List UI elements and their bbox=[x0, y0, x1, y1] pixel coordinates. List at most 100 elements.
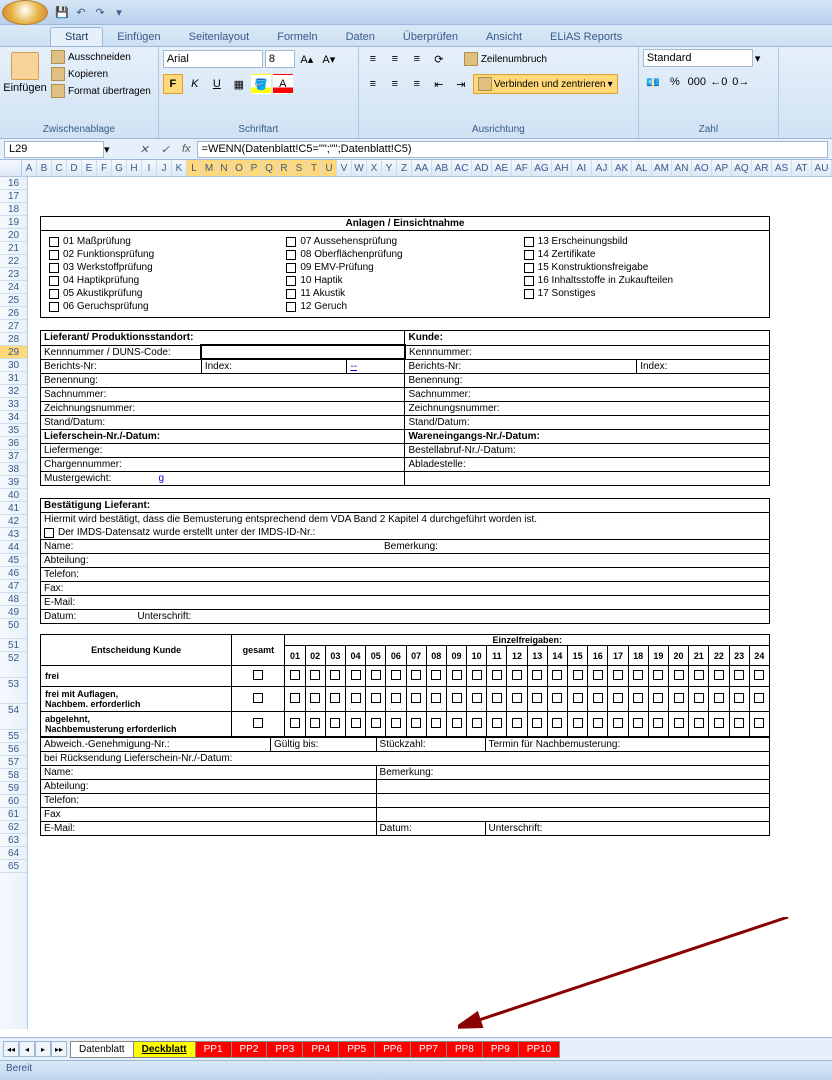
underline-button[interactable]: U bbox=[207, 74, 227, 94]
sheet-nav-button[interactable]: ◂ bbox=[19, 1041, 35, 1057]
indent-increase-icon[interactable]: ⇥ bbox=[451, 74, 471, 94]
einzel-checkbox[interactable] bbox=[452, 718, 462, 728]
einzel-checkbox[interactable] bbox=[391, 670, 401, 680]
border-button[interactable]: ▦ bbox=[229, 74, 249, 94]
einzel-checkbox[interactable] bbox=[593, 670, 603, 680]
sheet-tab-pp9[interactable]: PP9 bbox=[482, 1041, 519, 1058]
indent-decrease-icon[interactable]: ⇤ bbox=[429, 74, 449, 94]
row-header[interactable]: 28 bbox=[0, 333, 27, 346]
checkbox[interactable] bbox=[524, 289, 534, 299]
row-header[interactable]: 26 bbox=[0, 307, 27, 320]
einzel-checkbox[interactable] bbox=[330, 718, 340, 728]
copy-button[interactable]: Kopieren bbox=[48, 66, 154, 82]
col-header[interactable]: AH bbox=[552, 160, 572, 176]
col-header[interactable]: AT bbox=[792, 160, 812, 176]
sheet-tab-pp3[interactable]: PP3 bbox=[266, 1041, 303, 1058]
einzel-checkbox[interactable] bbox=[754, 718, 764, 728]
row-header[interactable]: 62 bbox=[0, 821, 27, 834]
einzel-checkbox[interactable] bbox=[431, 693, 441, 703]
einzel-checkbox[interactable] bbox=[411, 693, 421, 703]
col-header[interactable]: K bbox=[172, 160, 187, 176]
einzel-checkbox[interactable] bbox=[694, 670, 704, 680]
row-header[interactable]: 39 bbox=[0, 476, 27, 489]
row-header[interactable]: 48 bbox=[0, 593, 27, 606]
row-header[interactable]: 55 bbox=[0, 730, 27, 743]
col-header[interactable]: AK bbox=[612, 160, 632, 176]
sheet-nav-button[interactable]: ◂◂ bbox=[3, 1041, 19, 1057]
tab-daten[interactable]: Daten bbox=[332, 28, 389, 46]
col-header[interactable]: D bbox=[67, 160, 82, 176]
sheet-tab-datenblatt[interactable]: Datenblatt bbox=[70, 1041, 134, 1058]
row-header[interactable]: 65 bbox=[0, 860, 27, 873]
checkbox[interactable] bbox=[286, 250, 296, 260]
row-header[interactable]: 33 bbox=[0, 398, 27, 411]
undo-icon[interactable]: ↶ bbox=[73, 4, 89, 20]
font-color-button[interactable]: A bbox=[273, 74, 293, 94]
einzel-checkbox[interactable] bbox=[492, 670, 502, 680]
checkbox[interactable] bbox=[286, 237, 296, 247]
formula-input[interactable] bbox=[197, 141, 828, 158]
row-header[interactable]: 25 bbox=[0, 294, 27, 307]
row-header[interactable]: 35 bbox=[0, 424, 27, 437]
col-header[interactable]: AO bbox=[692, 160, 712, 176]
einzel-checkbox[interactable] bbox=[714, 693, 724, 703]
row-header[interactable]: 17 bbox=[0, 190, 27, 203]
einzel-checkbox[interactable] bbox=[310, 718, 320, 728]
einzel-checkbox[interactable] bbox=[431, 670, 441, 680]
col-header[interactable]: C bbox=[52, 160, 67, 176]
row-header[interactable]: 63 bbox=[0, 834, 27, 847]
col-header[interactable]: O bbox=[232, 160, 247, 176]
col-header[interactable]: A bbox=[22, 160, 37, 176]
col-header[interactable]: Y bbox=[382, 160, 397, 176]
row-header[interactable]: 56 bbox=[0, 743, 27, 756]
fx-icon[interactable]: fx bbox=[182, 143, 191, 155]
frei-gesamt-checkbox[interactable] bbox=[253, 670, 263, 680]
row-header[interactable]: 51 bbox=[0, 639, 27, 652]
einzel-checkbox[interactable] bbox=[573, 670, 583, 680]
row-header[interactable]: 47 bbox=[0, 580, 27, 593]
row-header[interactable]: 52 bbox=[0, 652, 27, 678]
row-header[interactable]: 49 bbox=[0, 606, 27, 619]
einzel-checkbox[interactable] bbox=[532, 693, 542, 703]
checkbox[interactable] bbox=[49, 302, 59, 312]
einzel-checkbox[interactable] bbox=[674, 670, 684, 680]
row-header[interactable]: 16 bbox=[0, 177, 27, 190]
sheet-tab-pp8[interactable]: PP8 bbox=[446, 1041, 483, 1058]
col-header[interactable]: AS bbox=[772, 160, 792, 176]
col-header[interactable]: AG bbox=[532, 160, 552, 176]
col-header[interactable]: E bbox=[82, 160, 97, 176]
auflagen-gesamt-checkbox[interactable] bbox=[253, 693, 263, 703]
row-header[interactable]: 21 bbox=[0, 242, 27, 255]
row-header[interactable]: 18 bbox=[0, 203, 27, 216]
einzel-checkbox[interactable] bbox=[552, 693, 562, 703]
einzel-checkbox[interactable] bbox=[371, 718, 381, 728]
einzel-checkbox[interactable] bbox=[674, 718, 684, 728]
tab-start[interactable]: Start bbox=[50, 27, 103, 46]
checkbox[interactable] bbox=[286, 302, 296, 312]
row-header[interactable]: 19 bbox=[0, 216, 27, 229]
row-header[interactable]: 44 bbox=[0, 541, 27, 554]
sheet-nav-button[interactable]: ▸ bbox=[35, 1041, 51, 1057]
col-header[interactable]: B bbox=[37, 160, 52, 176]
row-header[interactable]: 61 bbox=[0, 808, 27, 821]
paste-button[interactable]: Einfügen bbox=[4, 49, 46, 97]
col-header[interactable]: V bbox=[337, 160, 352, 176]
einzel-checkbox[interactable] bbox=[512, 718, 522, 728]
col-header[interactable]: AR bbox=[752, 160, 772, 176]
einzel-checkbox[interactable] bbox=[391, 693, 401, 703]
number-format-select[interactable] bbox=[643, 49, 753, 67]
orientation-icon[interactable]: ⟳ bbox=[429, 49, 449, 69]
einzel-checkbox[interactable] bbox=[532, 670, 542, 680]
row-header[interactable]: 20 bbox=[0, 229, 27, 242]
col-header[interactable]: N bbox=[217, 160, 232, 176]
col-header[interactable]: AA bbox=[412, 160, 432, 176]
einzel-checkbox[interactable] bbox=[512, 670, 522, 680]
col-header[interactable]: AN bbox=[672, 160, 692, 176]
einzel-checkbox[interactable] bbox=[351, 693, 361, 703]
row-header[interactable]: 58 bbox=[0, 769, 27, 782]
col-header[interactable]: AU bbox=[812, 160, 832, 176]
kennnummer-cell[interactable] bbox=[201, 345, 405, 359]
einzel-checkbox[interactable] bbox=[431, 718, 441, 728]
col-header[interactable]: AB bbox=[432, 160, 452, 176]
row-header[interactable]: 50 bbox=[0, 619, 27, 639]
